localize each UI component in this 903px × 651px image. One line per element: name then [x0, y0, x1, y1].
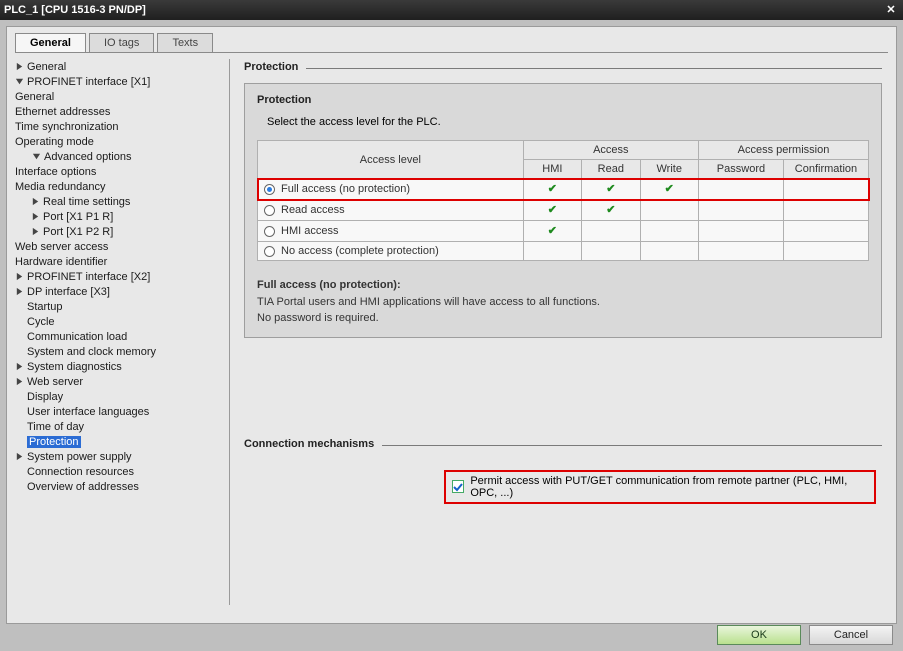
- desc-line2: No password is required.: [257, 312, 379, 324]
- th-access: Access: [523, 141, 698, 160]
- check-icon: ✔: [545, 203, 559, 217]
- chevron-down-icon[interactable]: [32, 152, 41, 161]
- chevron-right-icon[interactable]: [15, 452, 24, 461]
- nav-time-of-day[interactable]: Time of day: [27, 421, 84, 433]
- tab-general[interactable]: General: [15, 33, 86, 52]
- tab-texts[interactable]: Texts: [157, 33, 213, 52]
- access-level-table: Access level Access Access permission HM…: [257, 140, 869, 261]
- nav-web-server[interactable]: Web server: [27, 376, 83, 388]
- nav-profinet-x1[interactable]: PROFINET interface [X1]: [27, 76, 150, 88]
- section-title-protection: Protection: [244, 61, 298, 73]
- nav-ui-languages[interactable]: User interface languages: [27, 406, 149, 418]
- protection-panel: Protection Select the access level for t…: [244, 83, 882, 338]
- access-row[interactable]: Read access ✔ ✔: [258, 200, 869, 221]
- nav-x1-realtime[interactable]: Real time settings: [43, 196, 130, 208]
- desc-title: Full access (no protection):: [257, 279, 401, 291]
- nav-x1-operating[interactable]: Operating mode: [15, 136, 94, 148]
- nav-x1-hardware-id[interactable]: Hardware identifier: [15, 256, 107, 268]
- nav-system-clock[interactable]: System and clock memory: [27, 346, 156, 358]
- dialog-card: General IO tags Texts General PROFINET i…: [6, 26, 897, 624]
- nav-system-diagnostics[interactable]: System diagnostics: [27, 361, 122, 373]
- th-write: Write: [640, 160, 698, 179]
- access-radio[interactable]: [264, 184, 275, 195]
- nav-x1-port2[interactable]: Port [X1 P2 R]: [43, 226, 113, 238]
- content-pane: Protection Protection Select the access …: [230, 53, 896, 611]
- check-icon: ✔: [662, 182, 676, 196]
- chevron-right-icon[interactable]: [15, 377, 24, 386]
- th-confirmation: Confirmation: [783, 160, 868, 179]
- nav-x1-ethernet[interactable]: Ethernet addresses: [15, 106, 110, 118]
- access-radio[interactable]: [264, 205, 275, 216]
- nav-x1-interface-options[interactable]: Interface options: [15, 166, 96, 178]
- access-row[interactable]: HMI access ✔: [258, 221, 869, 242]
- nav-tree[interactable]: General PROFINET interface [X1] General …: [7, 53, 229, 611]
- nav-overview-addresses[interactable]: Overview of addresses: [27, 481, 139, 493]
- access-label: Read access: [281, 204, 345, 216]
- nav-system-power[interactable]: System power supply: [27, 451, 132, 463]
- tab-bar: General IO tags Texts: [7, 27, 896, 52]
- access-radio[interactable]: [264, 246, 275, 257]
- access-label: No access (complete protection): [281, 245, 439, 257]
- protection-description: Full access (no protection): TIA Portal …: [257, 277, 869, 327]
- connection-section: Connection mechanisms Permit access with…: [244, 438, 882, 504]
- th-hmi: HMI: [523, 160, 581, 179]
- access-row[interactable]: No access (complete protection): [258, 242, 869, 261]
- access-label: Full access (no protection): [281, 183, 410, 195]
- permit-checkbox[interactable]: [452, 480, 464, 493]
- nav-x1-webserver[interactable]: Web server access: [15, 241, 108, 253]
- nav-x1-general[interactable]: General: [15, 91, 54, 103]
- chevron-right-icon[interactable]: [15, 287, 24, 296]
- nav-protection[interactable]: Protection: [27, 436, 81, 448]
- nav-profinet-x2[interactable]: PROFINET interface [X2]: [27, 271, 150, 283]
- section-title-connection: Connection mechanisms: [244, 438, 374, 450]
- cancel-button[interactable]: Cancel: [809, 625, 893, 645]
- chevron-right-icon[interactable]: [31, 212, 40, 221]
- chevron-right-icon[interactable]: [31, 227, 40, 236]
- chevron-right-icon[interactable]: [31, 197, 40, 206]
- chevron-right-icon[interactable]: [15, 272, 24, 281]
- access-label: HMI access: [281, 225, 338, 237]
- dialog-footer: OK Cancel: [717, 625, 893, 645]
- th-password: Password: [698, 160, 783, 179]
- nav-startup[interactable]: Startup: [27, 301, 62, 313]
- nav-cycle[interactable]: Cycle: [27, 316, 55, 328]
- check-icon: ✔: [545, 182, 559, 196]
- permit-label: Permit access with PUT/GET communication…: [470, 475, 868, 499]
- window-title: PLC_1 [CPU 1516-3 PN/DP]: [4, 4, 146, 16]
- nav-x1-advanced[interactable]: Advanced options: [44, 151, 131, 163]
- th-access-permission: Access permission: [698, 141, 868, 160]
- dialog-shell: General IO tags Texts General PROFINET i…: [0, 20, 903, 651]
- protection-subtitle: Protection: [257, 94, 869, 106]
- nav-x1-time[interactable]: Time synchronization: [15, 121, 119, 133]
- chevron-down-icon[interactable]: [15, 77, 24, 86]
- nav-x1-media-redundancy[interactable]: Media redundancy: [15, 181, 106, 193]
- th-read: Read: [582, 160, 640, 179]
- chevron-right-icon[interactable]: [15, 62, 24, 71]
- nav-x1-port1[interactable]: Port [X1 P1 R]: [43, 211, 113, 223]
- protection-instruction: Select the access level for the PLC.: [267, 116, 869, 128]
- desc-line1: TIA Portal users and HMI applications wi…: [257, 296, 600, 308]
- nav-dp-x3[interactable]: DP interface [X3]: [27, 286, 110, 298]
- access-radio[interactable]: [264, 226, 275, 237]
- check-icon: ✔: [604, 182, 618, 196]
- permit-putget-row[interactable]: Permit access with PUT/GET communication…: [444, 470, 876, 504]
- ok-button[interactable]: OK: [717, 625, 801, 645]
- chevron-right-icon[interactable]: [15, 362, 24, 371]
- titlebar: PLC_1 [CPU 1516-3 PN/DP] ✕: [0, 0, 903, 20]
- tab-io-tags[interactable]: IO tags: [89, 33, 154, 52]
- check-icon: ✔: [545, 224, 559, 238]
- th-access-level: Access level: [258, 141, 524, 179]
- nav-communication-load[interactable]: Communication load: [27, 331, 127, 343]
- access-row[interactable]: Full access (no protection) ✔ ✔ ✔: [258, 179, 869, 200]
- close-icon[interactable]: ✕: [883, 3, 899, 17]
- check-icon: ✔: [604, 203, 618, 217]
- nav-general[interactable]: General: [27, 61, 66, 73]
- nav-connection-resources[interactable]: Connection resources: [27, 466, 134, 478]
- nav-display[interactable]: Display: [27, 391, 63, 403]
